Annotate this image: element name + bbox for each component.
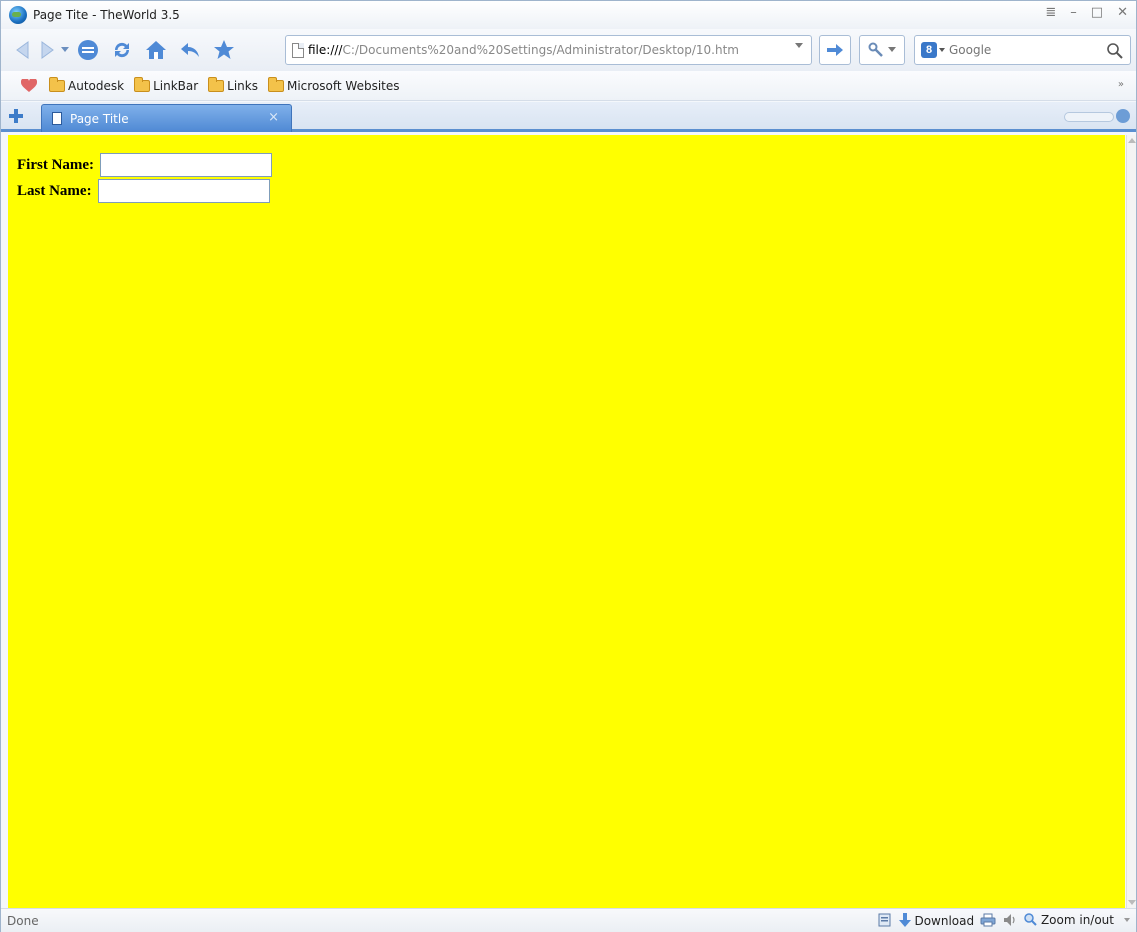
tab-close-icon[interactable]: × [268,110,279,125]
last-name-row: Last Name: [17,178,272,204]
chevron-down-icon[interactable] [939,47,945,53]
bookmark-label: LinkBar [153,78,199,93]
chevron-down-icon[interactable] [1124,917,1130,923]
page-content: First Name: Last Name: [8,135,1125,908]
undo-icon [181,43,199,57]
status-bar: Done Download Zoom in/out [1,908,1136,932]
status-text: Done [7,913,39,928]
back-icon [16,41,29,59]
address-url[interactable]: file:///C:/Documents%20and%20Settings/Ad… [308,43,792,57]
tab-bar: Page Title × [1,102,1136,132]
address-bar[interactable]: file:///C:/Documents%20and%20Settings/Ad… [285,35,812,65]
home-icon [146,41,166,59]
bookmark-label: Autodesk [68,78,125,93]
close-button[interactable]: ✕ [1117,5,1128,20]
chevron-down-icon [61,47,69,52]
scroll-down-icon[interactable] [1128,900,1136,906]
status-tools: Download Zoom in/out [877,912,1130,928]
maximize-button[interactable]: □ [1091,5,1103,20]
folder-icon [267,76,284,92]
search-icon[interactable] [1106,42,1124,60]
home-button[interactable] [139,35,173,65]
zoom-label: Zoom in/out [1040,913,1114,927]
bookmarks-bar: Autodesk LinkBar Links Microsoft Website… [1,71,1136,101]
url-path: C:/Documents%20and%20Settings/Administra… [342,43,739,57]
printer-icon[interactable] [980,912,996,928]
bookmark-links[interactable]: Links [208,76,258,93]
address-dropdown-icon[interactable] [795,43,803,49]
bookmark-label: Links [227,78,258,93]
stop-button[interactable] [71,35,105,65]
vertical-scrollbar[interactable] [1126,135,1136,908]
scroll-up-icon[interactable] [1128,137,1136,143]
theworld-logo-icon [9,6,27,24]
minimize-button[interactable]: – [1070,5,1077,20]
tools-button[interactable] [859,35,905,65]
name-form: First Name: Last Name: [17,152,273,204]
chevron-down-icon [888,47,896,52]
tab-page-title[interactable]: Page Title × [41,104,292,132]
search-box[interactable]: 8 [914,35,1131,65]
forward-button[interactable] [35,35,59,65]
bookmarks-overflow-button[interactable]: » [1118,79,1124,90]
heart-icon[interactable] [21,78,37,93]
zoom-button[interactable]: Zoom in/out [1024,913,1114,927]
last-name-input[interactable] [97,179,270,203]
bookmark-microsoft-websites[interactable]: Microsoft Websites [267,76,400,93]
window-title: Page Tite - TheWorld 3.5 [33,8,180,22]
history-dropdown[interactable] [59,35,71,65]
url-scheme: file:/// [308,43,343,57]
download-arrow-icon [898,912,911,927]
browser-window: Page Tite - TheWorld 3.5 ≣ – □ ✕ file://… [0,0,1137,932]
new-tab-plus-icon[interactable] [9,109,23,123]
folder-icon [208,76,225,92]
document-icon [52,112,62,125]
page-icon [292,42,304,58]
bookmark-linkbar[interactable]: LinkBar [134,76,199,93]
forward-icon [41,41,54,59]
page-tool-icon[interactable] [877,912,893,928]
back-button[interactable] [11,35,35,65]
search-input[interactable] [949,43,1099,57]
folder-icon [49,76,65,92]
download-button[interactable]: Download [898,912,975,928]
stop-icon [78,40,98,60]
speaker-icon[interactable] [1002,912,1018,928]
bookmark-label: Microsoft Websites [286,78,400,93]
first-name-input[interactable] [100,153,273,177]
refresh-button[interactable] [105,35,139,65]
tab-scroll-slider[interactable] [1064,112,1114,122]
refresh-icon [114,42,130,58]
search-engine-icon[interactable]: 8 [921,42,937,58]
menu-icon[interactable]: ≣ [1045,5,1056,20]
window-controls: ≣ – □ ✕ [1045,5,1128,20]
favorites-star-icon [214,40,234,59]
title-bar: Page Tite - TheWorld 3.5 ≣ – □ ✕ [1,1,1136,29]
favorites-button[interactable] [207,35,241,65]
first-name-row: First Name: [17,152,273,178]
go-button[interactable] [819,35,851,65]
tab-menu-icon[interactable] [1116,109,1130,123]
first-name-label: First Name: [17,156,95,173]
undo-close-button[interactable] [173,35,207,65]
tab-label: Page Title [70,111,129,126]
folder-icon [134,76,151,92]
download-label: Download [914,913,975,928]
go-arrow-icon [827,44,843,56]
navigation-toolbar: file:///C:/Documents%20and%20Settings/Ad… [1,29,1136,71]
wrench-icon [868,42,883,57]
magnifier-icon [1024,913,1037,926]
bookmark-autodesk[interactable]: Autodesk [49,76,125,93]
last-name-label: Last Name: [17,182,92,199]
